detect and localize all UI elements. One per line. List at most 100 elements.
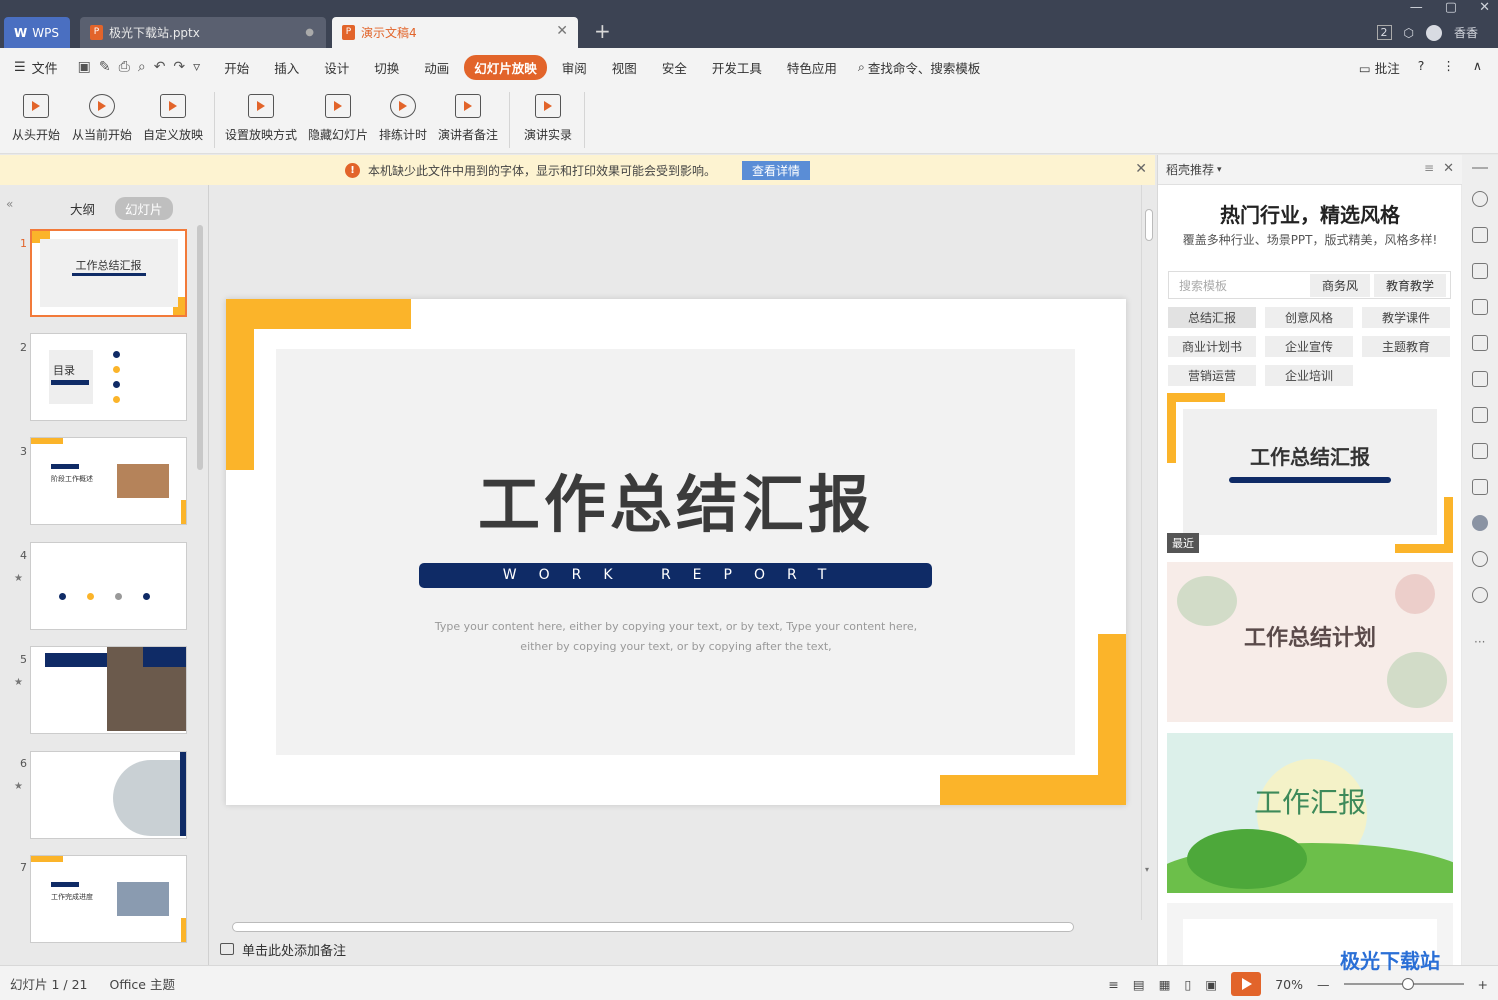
window-count-badge[interactable]: 2 [1376,25,1392,40]
wps-home-tab[interactable]: W WPS [4,17,70,48]
tab-outline[interactable]: 大纲 [60,197,105,220]
slide-description[interactable]: Type your content here, either by copyin… [226,617,1126,657]
avatar[interactable] [1425,24,1442,41]
zoom-in-button[interactable]: + [1478,977,1488,992]
slide-sorter-icon[interactable]: ▦ [1159,977,1171,992]
rehearse-timing-button[interactable]: 排练计时 [379,94,427,143]
template-card-2[interactable]: 工作总结计划 [1167,562,1453,722]
notes-toggle-icon[interactable]: ≡ [1108,977,1118,992]
thumbnail-scrollbar[interactable] [197,225,203,470]
minimize-button[interactable]: — [1410,0,1423,15]
zoom-level[interactable]: 70% [1275,977,1303,992]
skin-icon[interactable]: ⬡ [1404,26,1414,40]
vertical-scroll-thumb[interactable] [1145,209,1153,241]
vertical-scrollbar[interactable]: ▾ [1141,185,1155,920]
panel-menu-icon[interactable]: ≡ [1424,161,1434,175]
menu-tab-slideshow[interactable]: 幻灯片放映 [464,54,547,80]
redo-icon[interactable]: ↷ [173,59,185,75]
document-icon[interactable] [1472,371,1488,387]
help-button[interactable]: ? [1418,58,1425,77]
reading-view-icon[interactable]: ▯ [1185,977,1192,992]
menu-tab-transition[interactable]: 切换 [364,55,409,80]
menu-tab-review[interactable]: 审阅 [552,55,597,80]
custom-show-button[interactable]: 自定义放映 [143,94,203,143]
slide-subtitle[interactable]: WORK REPORT [419,563,932,588]
new-tab-button[interactable]: + [594,19,611,43]
slide-thumbnail-7[interactable]: 工作完成进度 [30,855,187,943]
shapes-icon[interactable] [1472,263,1488,279]
slide-thumbnail-5[interactable] [30,646,187,734]
template-search[interactable]: 搜索模板 商务风 教育教学 [1168,271,1451,299]
zoom-slider[interactable] [1343,978,1464,990]
close-tab-icon[interactable]: ✕ [556,23,568,39]
menu-tab-insert[interactable]: 插入 [264,55,309,80]
presenter-view-icon[interactable]: ▣ [1205,977,1217,992]
search-chip-business[interactable]: 商务风 [1309,273,1370,297]
hide-slide-button[interactable]: 隐藏幻灯片 [308,94,368,143]
history-icon[interactable] [1472,551,1488,567]
close-window-button[interactable]: ✕ [1479,0,1490,15]
close-notification-icon[interactable]: ✕ [1135,161,1147,177]
menu-tab-animation[interactable]: 动画 [414,55,459,80]
document-tab-1[interactable]: P 极光下载站.pptx ● [80,17,326,48]
play-slideshow-button[interactable] [1231,972,1262,996]
text-style-icon[interactable] [1472,299,1488,315]
collapse-panel-icon[interactable]: « [6,197,13,211]
menu-tab-design[interactable]: 设计 [314,55,359,80]
menu-tab-security[interactable]: 安全 [652,55,697,80]
speaker-notes-button[interactable]: 演讲者备注 [438,94,498,143]
collapse-ribbon-icon[interactable]: ∧ [1473,58,1482,77]
normal-view-icon[interactable]: ▤ [1133,977,1145,992]
slide-thumbnail-2[interactable]: 目录 [30,333,187,421]
menu-tab-home[interactable]: 开始 [214,55,259,80]
slide-thumbnail-6[interactable] [30,751,187,839]
tag-marketing[interactable]: 营销运营 [1168,365,1256,386]
audio-icon[interactable] [1472,479,1488,495]
panel-header-title[interactable]: 稻壳推荐 [1166,161,1214,178]
notes-pane[interactable]: 单击此处添加备注 [210,934,1155,964]
theme-name[interactable]: Office 主题 [110,974,175,993]
template-card-3[interactable]: 工作汇报 [1167,733,1453,893]
document-tab-2[interactable]: P 演示文稿4 ✕ [332,17,578,48]
save-icon[interactable]: ▣ [78,59,91,75]
setup-show-button[interactable]: 设置放映方式 [225,94,297,143]
tab-slides[interactable]: 幻灯片 [115,197,173,220]
record-show-button[interactable]: 演讲实录 [524,94,572,143]
current-slide[interactable]: 工作总结汇报 WORK REPORT Type your content her… [226,299,1126,805]
menu-tab-view[interactable]: 视图 [602,55,647,80]
horizontal-scroll-thumb[interactable] [232,922,1074,932]
adjust-icon[interactable] [1472,335,1488,351]
tag-corporate-training[interactable]: 企业培训 [1265,365,1353,386]
customize-toolbar-icon[interactable]: ▿ [193,59,200,75]
close-panel-icon[interactable]: ✕ [1443,161,1454,176]
copy-icon[interactable] [1472,227,1488,243]
menu-tab-developer[interactable]: 开发工具 [702,55,772,80]
star-icon[interactable] [1472,191,1488,207]
template-search-input[interactable]: 搜索模板 [1169,277,1310,294]
zoom-out-button[interactable]: — [1317,977,1330,992]
from-beginning-button[interactable]: 从头开始 [12,94,60,143]
chevron-down-icon[interactable]: ▾ [1217,165,1222,175]
user-name[interactable]: 香香 [1454,24,1478,41]
menu-tab-features[interactable]: 特色应用 [777,55,847,80]
from-current-button[interactable]: 从当前开始 [72,94,132,143]
tag-business-plan[interactable]: 商业计划书 [1168,336,1256,357]
tag-creative-style[interactable]: 创意风格 [1265,307,1353,328]
print-preview-icon[interactable]: ⌕ [138,59,146,75]
horizontal-scrollbar[interactable] [210,920,1140,934]
undo-icon[interactable]: ↶ [154,59,166,75]
tag-theme-education[interactable]: 主题教育 [1362,336,1450,357]
slide-title[interactable]: 工作总结汇报 [226,454,1126,544]
tag-summary-report[interactable]: 总结汇报 [1168,307,1256,328]
help-icon[interactable] [1472,587,1488,603]
file-menu[interactable]: ☰ 文件 [14,58,58,77]
slide-thumbnail-3[interactable]: 阶段工作概述 [30,437,187,525]
more-icon[interactable]: ··· [1474,635,1485,649]
slide-thumbnail-4[interactable] [30,542,187,630]
template-store-icon[interactable] [1472,515,1488,531]
image-icon[interactable] [1472,443,1488,459]
format-painter-icon[interactable]: ✎ [99,59,111,75]
command-search[interactable]: ⌕ 查找命令、搜索模板 [858,58,981,77]
comment-button[interactable]: ▭ 批注 [1359,58,1400,77]
print-icon[interactable]: ⎙ [119,59,130,75]
